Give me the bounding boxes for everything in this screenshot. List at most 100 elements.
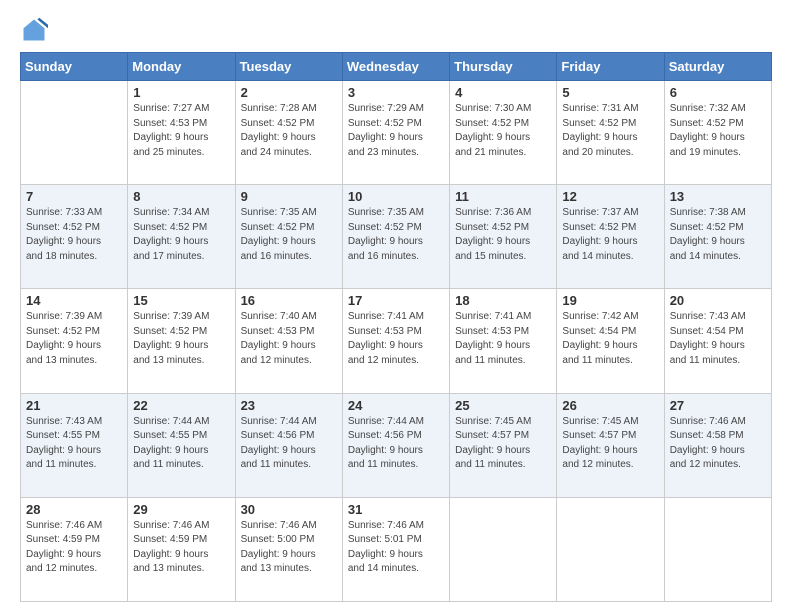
day-number: 3: [348, 85, 444, 100]
day-number: 9: [241, 189, 337, 204]
calendar-cell: 21 Sunrise: 7:43 AMSunset: 4:55 PMDayligh…: [21, 393, 128, 497]
calendar-cell: 11Sunrise: 7:36 AMSunset: 4:52 PMDayligh…: [450, 185, 557, 289]
calendar-table: SundayMondayTuesdayWednesdayThursdayFrid…: [20, 52, 772, 602]
day-number: 29: [133, 502, 229, 517]
calendar-cell: 19Sunrise: 7:42 AMSunset: 4:54 PMDayligh…: [557, 289, 664, 393]
day-number: 24: [348, 398, 444, 413]
calendar-cell: 6 Sunrise: 7:32 AMSunset: 4:52 PMDaylight…: [664, 81, 771, 185]
day-info: Sunrise: 7:42 AMSunset: 4:54 PMDaylight:…: [562, 310, 658, 368]
day-info: Sunrise: 7:46 AMSunset: 5:00 PMDaylight:…: [241, 519, 337, 577]
day-number: 18: [455, 293, 551, 308]
logo-icon: [20, 16, 48, 44]
calendar-header-sunday: Sunday: [21, 53, 128, 81]
header: [20, 16, 772, 44]
calendar-header-friday: Friday: [557, 53, 664, 81]
calendar-cell: 20Sunrise: 7:43 AMSunset: 4:54 PMDayligh…: [664, 289, 771, 393]
day-info: Sunrise: 7:27 AMSunset: 4:53 PMDaylight:…: [133, 102, 229, 160]
day-info: Sunrise: 7:37 AMSunset: 4:52 PMDaylight:…: [562, 206, 658, 264]
day-info: Sunrise: 7:41 AMSunset: 4:53 PMDaylight:…: [455, 310, 551, 368]
day-number: 31: [348, 502, 444, 517]
day-number: 12: [562, 189, 658, 204]
calendar-cell: 27 Sunrise: 7:46 AMSunset: 4:58 PMDayligh…: [664, 393, 771, 497]
calendar-week-4: 21 Sunrise: 7:43 AMSunset: 4:55 PMDayligh…: [21, 393, 772, 497]
calendar-cell: 23 Sunrise: 7:44 AMSunset: 4:56 PMDayligh…: [235, 393, 342, 497]
calendar-cell: 25 Sunrise: 7:45 AMSunset: 4:57 PMDayligh…: [450, 393, 557, 497]
page: SundayMondayTuesdayWednesdayThursdayFrid…: [0, 0, 792, 612]
calendar-cell: [450, 497, 557, 601]
calendar-cell: 13 Sunrise: 7:38 AMSunset: 4:52 PMDayligh…: [664, 185, 771, 289]
calendar-cell: 16 Sunrise: 7:40 AMSunset: 4:53 PMDayligh…: [235, 289, 342, 393]
day-info: Sunrise: 7:45 AMSunset: 4:57 PMDaylight:…: [455, 415, 551, 473]
calendar-cell: 15 Sunrise: 7:39 AMSunset: 4:52 PMDayligh…: [128, 289, 235, 393]
day-number: 20: [670, 293, 766, 308]
day-number: 15: [133, 293, 229, 308]
calendar-week-5: 28 Sunrise: 7:46 AMSunset: 4:59 PMDayligh…: [21, 497, 772, 601]
day-info: Sunrise: 7:28 AMSunset: 4:52 PMDaylight:…: [241, 102, 337, 160]
day-info: Sunrise: 7:39 AMSunset: 4:52 PMDaylight:…: [133, 310, 229, 368]
day-info: Sunrise: 7:33 AMSunset: 4:52 PMDaylight:…: [26, 206, 122, 264]
day-info: Sunrise: 7:30 AMSunset: 4:52 PMDaylight:…: [455, 102, 551, 160]
day-info: Sunrise: 7:31 AMSunset: 4:52 PMDaylight:…: [562, 102, 658, 160]
day-number: 30: [241, 502, 337, 517]
day-number: 25: [455, 398, 551, 413]
day-info: Sunrise: 7:41 AMSunset: 4:53 PMDaylight:…: [348, 310, 444, 368]
calendar-cell: 8Sunrise: 7:34 AMSunset: 4:52 PMDaylight…: [128, 185, 235, 289]
calendar-week-1: 1 Sunrise: 7:27 AMSunset: 4:53 PMDaylight…: [21, 81, 772, 185]
calendar-cell: 10 Sunrise: 7:35 AMSunset: 4:52 PMDayligh…: [342, 185, 449, 289]
day-info: Sunrise: 7:44 AMSunset: 4:56 PMDaylight:…: [241, 415, 337, 473]
calendar-cell: 22Sunrise: 7:44 AMSunset: 4:55 PMDayligh…: [128, 393, 235, 497]
day-info: Sunrise: 7:46 AMSunset: 5:01 PMDaylight:…: [348, 519, 444, 577]
calendar-cell: [21, 81, 128, 185]
calendar-cell: 31 Sunrise: 7:46 AMSunset: 5:01 PMDayligh…: [342, 497, 449, 601]
day-info: Sunrise: 7:44 AMSunset: 4:55 PMDaylight:…: [133, 415, 229, 473]
day-number: 21: [26, 398, 122, 413]
calendar-week-2: 7 Sunrise: 7:33 AMSunset: 4:52 PMDaylight…: [21, 185, 772, 289]
calendar-cell: 18 Sunrise: 7:41 AMSunset: 4:53 PMDayligh…: [450, 289, 557, 393]
day-info: Sunrise: 7:46 AMSunset: 4:59 PMDaylight:…: [133, 519, 229, 577]
calendar-cell: 4 Sunrise: 7:30 AMSunset: 4:52 PMDaylight…: [450, 81, 557, 185]
day-number: 26: [562, 398, 658, 413]
day-number: 28: [26, 502, 122, 517]
day-number: 17: [348, 293, 444, 308]
day-number: 16: [241, 293, 337, 308]
day-info: Sunrise: 7:36 AMSunset: 4:52 PMDaylight:…: [455, 206, 551, 264]
calendar-cell: 29 Sunrise: 7:46 AMSunset: 4:59 PMDayligh…: [128, 497, 235, 601]
day-info: Sunrise: 7:39 AMSunset: 4:52 PMDaylight:…: [26, 310, 122, 368]
day-info: Sunrise: 7:34 AMSunset: 4:52 PMDaylight:…: [133, 206, 229, 264]
calendar-cell: 9Sunrise: 7:35 AMSunset: 4:52 PMDaylight…: [235, 185, 342, 289]
calendar-header-wednesday: Wednesday: [342, 53, 449, 81]
day-number: 2: [241, 85, 337, 100]
day-info: Sunrise: 7:44 AMSunset: 4:56 PMDaylight:…: [348, 415, 444, 473]
calendar-cell: 17 Sunrise: 7:41 AMSunset: 4:53 PMDayligh…: [342, 289, 449, 393]
calendar-cell: 14 Sunrise: 7:39 AMSunset: 4:52 PMDayligh…: [21, 289, 128, 393]
calendar-header-monday: Monday: [128, 53, 235, 81]
day-info: Sunrise: 7:38 AMSunset: 4:52 PMDaylight:…: [670, 206, 766, 264]
day-number: 27: [670, 398, 766, 413]
calendar-cell: 28 Sunrise: 7:46 AMSunset: 4:59 PMDayligh…: [21, 497, 128, 601]
day-info: Sunrise: 7:40 AMSunset: 4:53 PMDaylight:…: [241, 310, 337, 368]
day-number: 6: [670, 85, 766, 100]
day-number: 10: [348, 189, 444, 204]
day-number: 13: [670, 189, 766, 204]
calendar-cell: 12 Sunrise: 7:37 AMSunset: 4:52 PMDayligh…: [557, 185, 664, 289]
calendar-cell: [557, 497, 664, 601]
day-info: Sunrise: 7:35 AMSunset: 4:52 PMDaylight:…: [348, 206, 444, 264]
day-number: 14: [26, 293, 122, 308]
day-info: Sunrise: 7:43 AMSunset: 4:55 PMDaylight:…: [26, 415, 122, 473]
calendar-cell: 1 Sunrise: 7:27 AMSunset: 4:53 PMDaylight…: [128, 81, 235, 185]
day-number: 5: [562, 85, 658, 100]
calendar-cell: 7 Sunrise: 7:33 AMSunset: 4:52 PMDaylight…: [21, 185, 128, 289]
day-number: 7: [26, 189, 122, 204]
day-number: 23: [241, 398, 337, 413]
calendar-cell: 26Sunrise: 7:45 AMSunset: 4:57 PMDayligh…: [557, 393, 664, 497]
day-info: Sunrise: 7:29 AMSunset: 4:52 PMDaylight:…: [348, 102, 444, 160]
day-info: Sunrise: 7:46 AMSunset: 4:58 PMDaylight:…: [670, 415, 766, 473]
calendar-header-row: SundayMondayTuesdayWednesdayThursdayFrid…: [21, 53, 772, 81]
day-number: 1: [133, 85, 229, 100]
calendar-cell: 24 Sunrise: 7:44 AMSunset: 4:56 PMDayligh…: [342, 393, 449, 497]
day-number: 4: [455, 85, 551, 100]
logo: [20, 16, 52, 44]
day-info: Sunrise: 7:32 AMSunset: 4:52 PMDaylight:…: [670, 102, 766, 160]
day-info: Sunrise: 7:46 AMSunset: 4:59 PMDaylight:…: [26, 519, 122, 577]
calendar-cell: 2 Sunrise: 7:28 AMSunset: 4:52 PMDaylight…: [235, 81, 342, 185]
